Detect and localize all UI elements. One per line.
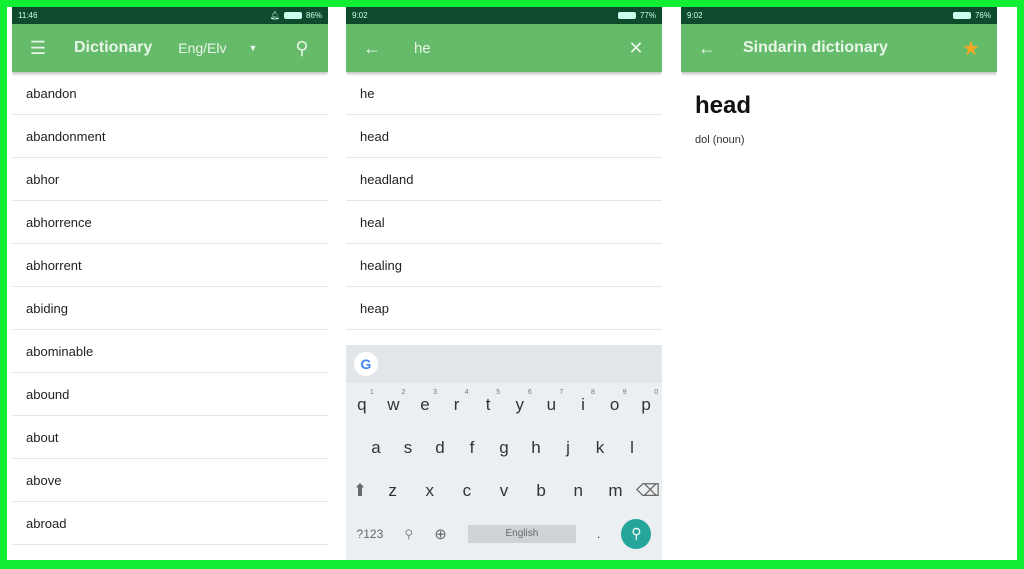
key-g[interactable]: g — [490, 438, 518, 458]
space-bar[interactable]: English — [467, 524, 576, 543]
search-result-item[interactable]: headland — [346, 158, 662, 201]
word-list-item[interactable]: abroad — [12, 502, 328, 545]
entry-translation: dol (noun) — [695, 134, 745, 146]
period-key[interactable]: . — [597, 527, 600, 541]
key-t[interactable]: t5 — [474, 389, 502, 415]
key-h[interactable]: h — [522, 438, 550, 458]
word-list: abandon abandonment abhor abhorrence abhorre… — [12, 72, 328, 545]
app-title: Dictionary — [74, 39, 153, 56]
battery-icon — [952, 12, 971, 19]
symbols-key[interactable]: ?123 — [357, 527, 384, 541]
google-icon[interactable]: G — [354, 352, 378, 376]
search-bar: ← he ✕ — [346, 24, 662, 72]
word-list-item[interactable]: abhorrent — [12, 244, 328, 287]
star-icon[interactable]: ★ — [959, 36, 983, 61]
status-bar: 11:46 🔔︎ 86% — [12, 7, 328, 24]
dropdown-icon: ▼ — [248, 43, 258, 53]
key-y[interactable]: y6 — [506, 389, 534, 415]
key-r[interactable]: r4 — [443, 389, 471, 415]
entry-word: head — [695, 92, 752, 119]
back-arrow-icon[interactable]: ← — [695, 38, 719, 59]
key-e[interactable]: e3 — [411, 389, 439, 415]
app-title: Sindarin dictionary — [743, 39, 888, 56]
battery-icon — [617, 12, 636, 19]
search-result-item[interactable]: head — [346, 115, 662, 158]
key-w[interactable]: w2 — [379, 389, 407, 415]
search-result-item[interactable]: heal — [346, 201, 662, 244]
status-bar: 9:02 76% — [681, 7, 997, 24]
key-a[interactable]: a — [362, 438, 390, 458]
word-list-item[interactable]: abhorrence — [12, 201, 328, 244]
app-bar: ← Sindarin dictionary ★ — [681, 24, 997, 72]
key-k[interactable]: k — [586, 438, 614, 458]
search-result-item[interactable]: he — [346, 72, 662, 115]
battery-icon — [283, 12, 302, 19]
word-list-item[interactable]: abound — [12, 373, 328, 416]
result-list: he head headland heal healing heap — [346, 72, 662, 330]
search-key[interactable]: ⚲ — [621, 518, 652, 549]
app-bar: ☰ Dictionary Eng/Elv ▼ ⚲ — [12, 24, 328, 72]
shift-icon[interactable]: ⬆ — [346, 481, 374, 501]
menu-icon[interactable]: ☰ — [26, 38, 50, 59]
search-result-item[interactable]: healing — [346, 244, 662, 287]
search-icon[interactable]: ⚲ — [290, 38, 314, 59]
key-c[interactable]: c — [453, 481, 481, 501]
dictionary-screen: 11:46 🔔︎ 86% ☰ Dictionary Eng/Elv ▼ ⚲ aband… — [12, 7, 328, 560]
key-i[interactable]: i8 — [569, 389, 597, 415]
key-l[interactable]: l — [618, 438, 646, 458]
key-s[interactable]: s — [394, 438, 422, 458]
key-o[interactable]: o9 — [601, 389, 629, 415]
word-list-item[interactable]: abominable — [12, 330, 328, 373]
key-q[interactable]: q1 — [348, 389, 376, 415]
voice-icon[interactable]: ⚲ — [404, 527, 413, 541]
search-input[interactable]: he — [414, 40, 624, 57]
word-list-item[interactable]: abhor — [12, 158, 328, 201]
backspace-icon[interactable]: ⌫ — [634, 481, 662, 501]
key-n[interactable]: n — [564, 481, 592, 501]
key-m[interactable]: m — [601, 481, 629, 501]
key-d[interactable]: d — [426, 438, 454, 458]
entry-screen: 9:02 76% ← Sindarin dictionary ★ head dol… — [681, 7, 997, 560]
language-selector[interactable]: Eng/Elv ▼ — [178, 40, 257, 56]
key-v[interactable]: v — [490, 481, 518, 501]
key-p[interactable]: p0 — [632, 389, 660, 415]
back-arrow-icon[interactable]: ← — [360, 38, 384, 59]
search-result-item[interactable]: heap — [346, 287, 662, 330]
globe-icon[interactable]: ⊕ — [434, 525, 447, 543]
key-x[interactable]: x — [416, 481, 444, 501]
key-z[interactable]: z — [379, 481, 407, 501]
key-u[interactable]: u7 — [537, 389, 565, 415]
word-list-item[interactable]: abandon — [12, 72, 328, 115]
key-f[interactable]: f — [458, 438, 486, 458]
key-j[interactable]: j — [554, 438, 582, 458]
key-b[interactable]: b — [527, 481, 555, 501]
keyboard: G q1w2e3r4t5y6u7i8o9p0 asdfghjkl ⬆ z x c v b n… — [346, 345, 662, 560]
status-bar: 9:02 77% — [346, 7, 662, 24]
word-list-item[interactable]: above — [12, 459, 328, 502]
word-list-item[interactable]: abiding — [12, 287, 328, 330]
word-list-item[interactable]: abandonment — [12, 115, 328, 158]
search-screen: 9:02 77% ← he ✕ he head headland heal healing… — [346, 7, 662, 560]
bell-icon: 🔔︎ — [269, 11, 280, 20]
clear-icon[interactable]: ✕ — [624, 38, 648, 59]
word-list-item[interactable]: about — [12, 416, 328, 459]
